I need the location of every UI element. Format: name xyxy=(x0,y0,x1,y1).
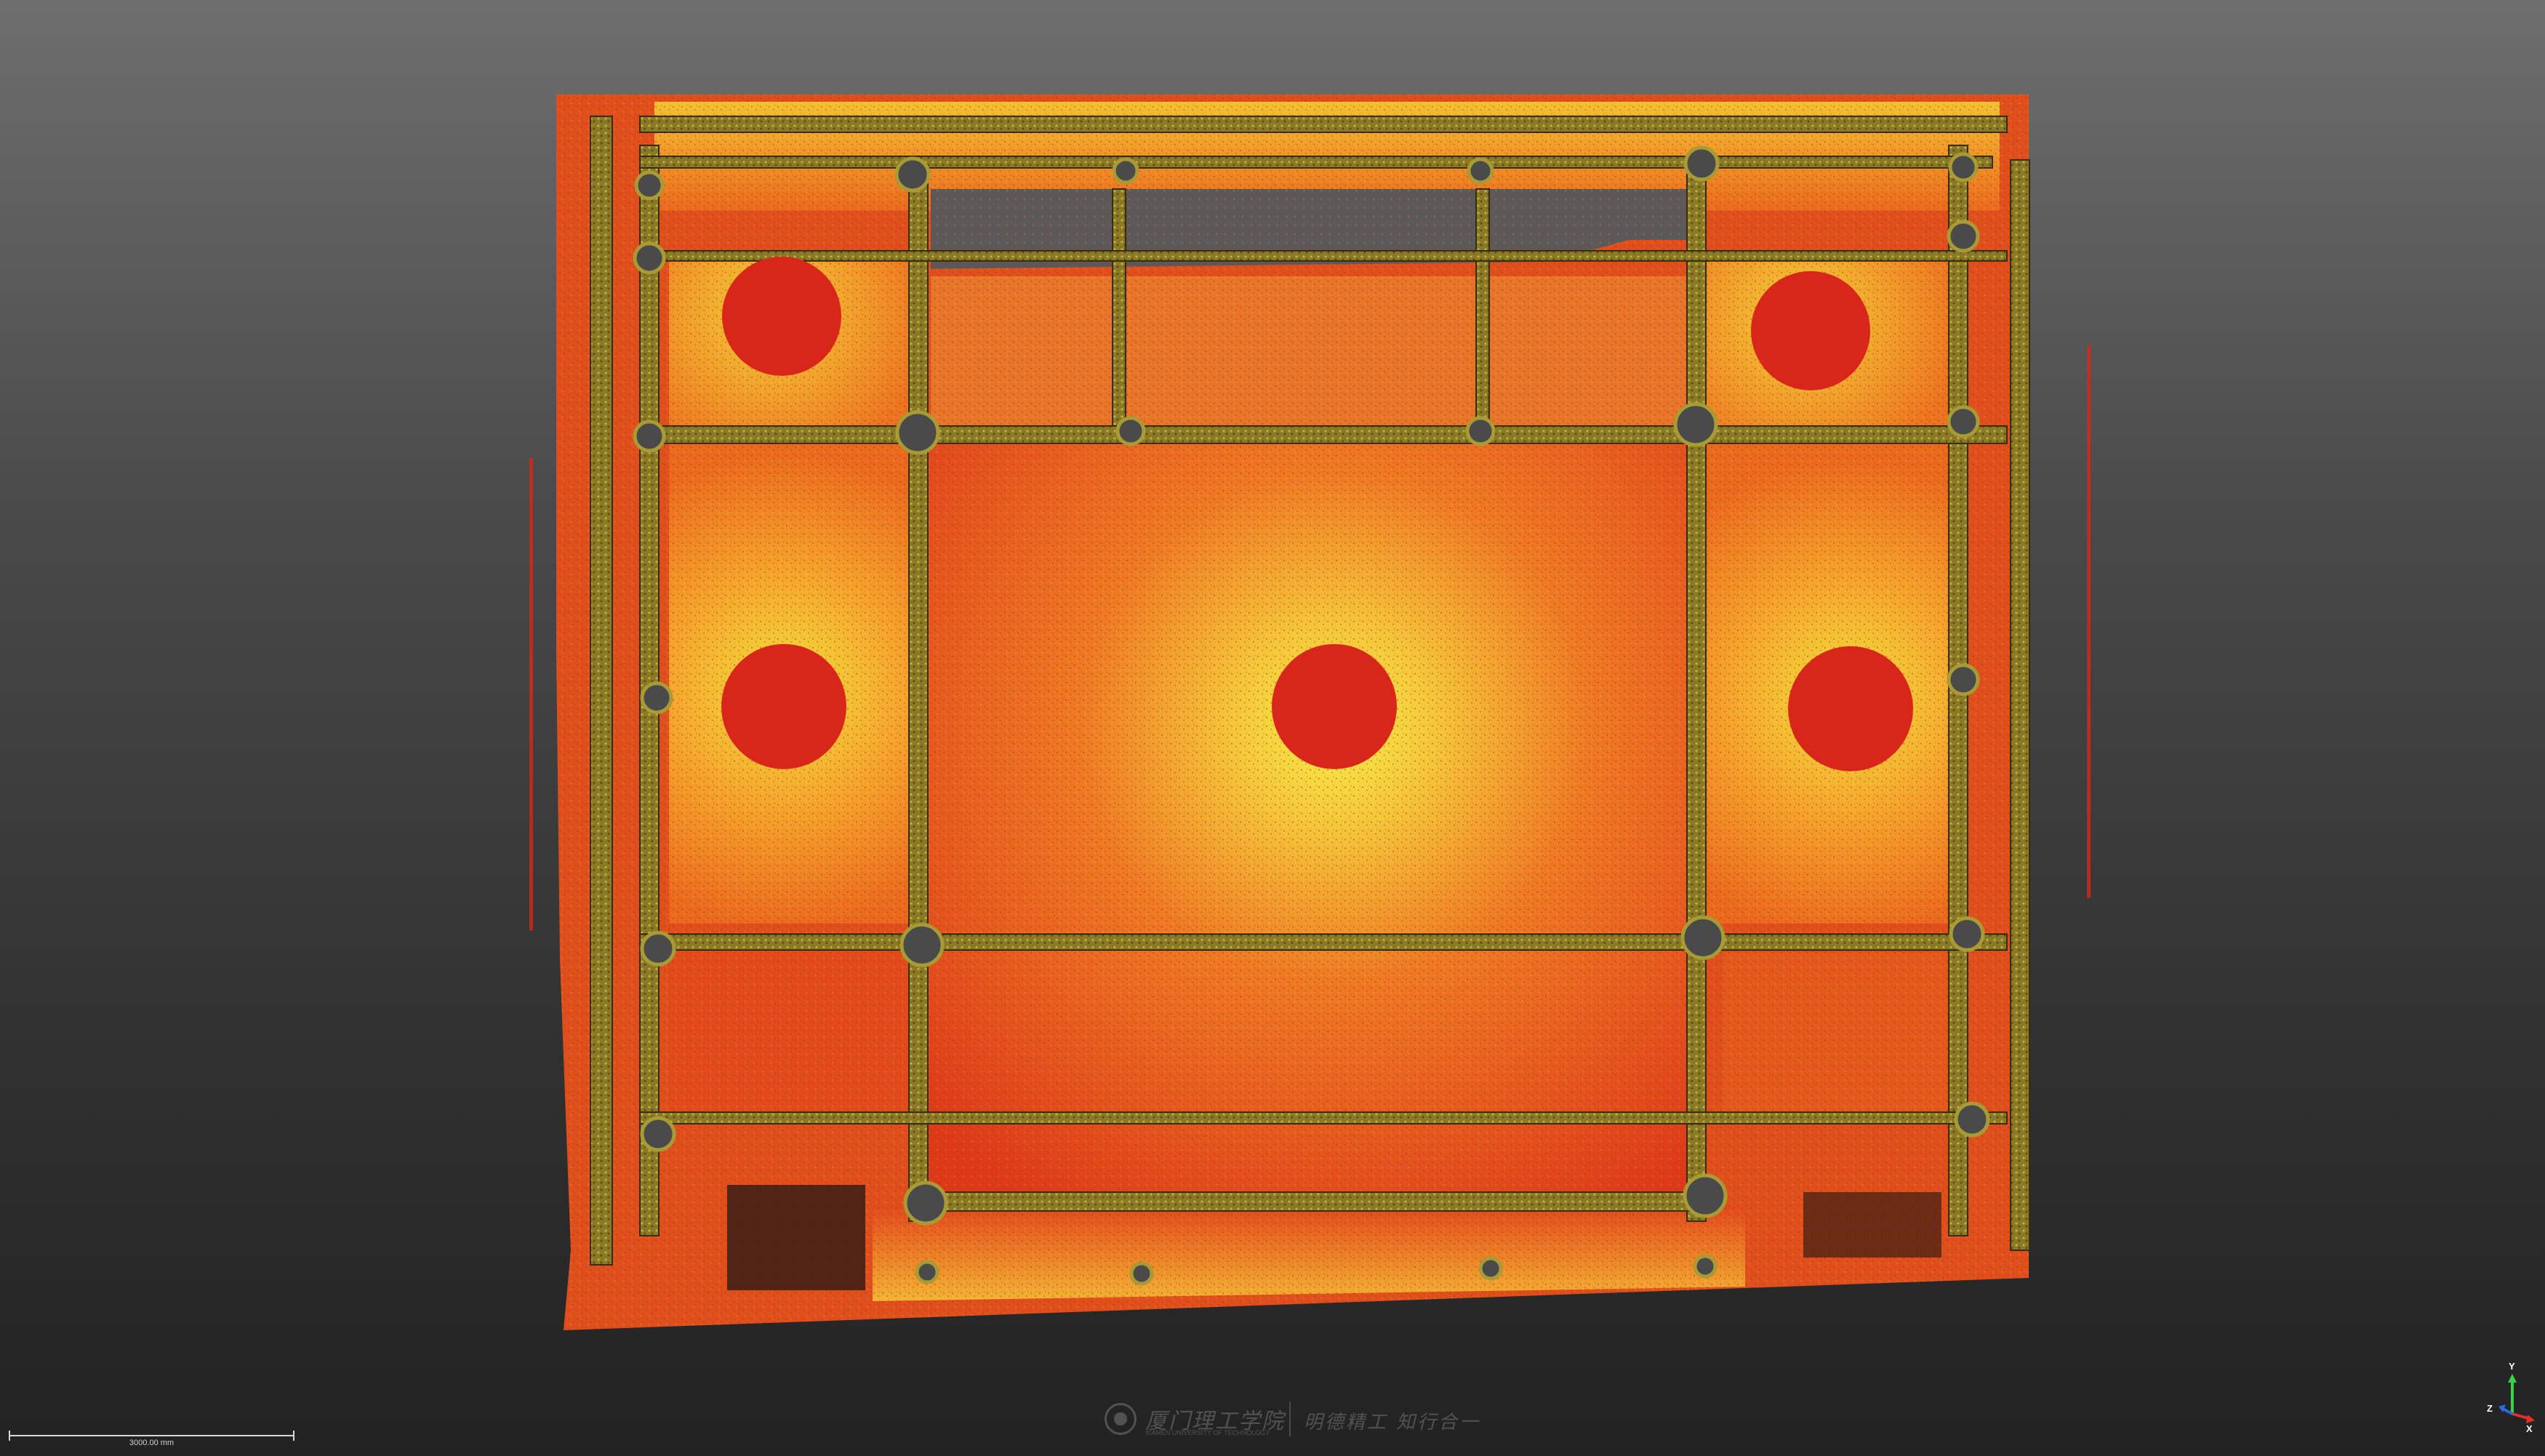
axis-gizmo[interactable]: Y Z X xyxy=(2487,1361,2538,1434)
scale-bar-line xyxy=(9,1435,294,1436)
axis-z-label: Z xyxy=(2487,1403,2493,1414)
stair-pad-right xyxy=(1803,1192,1941,1258)
stair-pad-left xyxy=(727,1185,865,1290)
university-seal-icon xyxy=(1105,1403,1137,1435)
scale-bar: 3000.00 mm xyxy=(9,1429,296,1447)
point-cloud-viewport[interactable]: 3000.00 mm 厦门理工学院 XIAMEN UNIVERSITY OF T… xyxy=(0,0,2545,1456)
axis-x-label: X xyxy=(2526,1423,2533,1434)
point-cloud-render[interactable] xyxy=(0,0,2545,1456)
axis-triad-icon xyxy=(2498,1374,2535,1423)
watermark-institution-name-en: XIAMEN UNIVERSITY OF TECHNOLOGY xyxy=(1145,1429,1270,1436)
scale-bar-label: 3000.00 mm xyxy=(129,1439,175,1447)
watermark-motto: 明德精工 知行合一 xyxy=(1304,1412,1481,1433)
watermark-divider xyxy=(1289,1401,1291,1436)
axis-y-label: Y xyxy=(2509,1361,2515,1372)
institution-watermark: 厦门理工学院 XIAMEN UNIVERSITY OF TECHNOLOGY 明… xyxy=(1102,1397,1478,1441)
